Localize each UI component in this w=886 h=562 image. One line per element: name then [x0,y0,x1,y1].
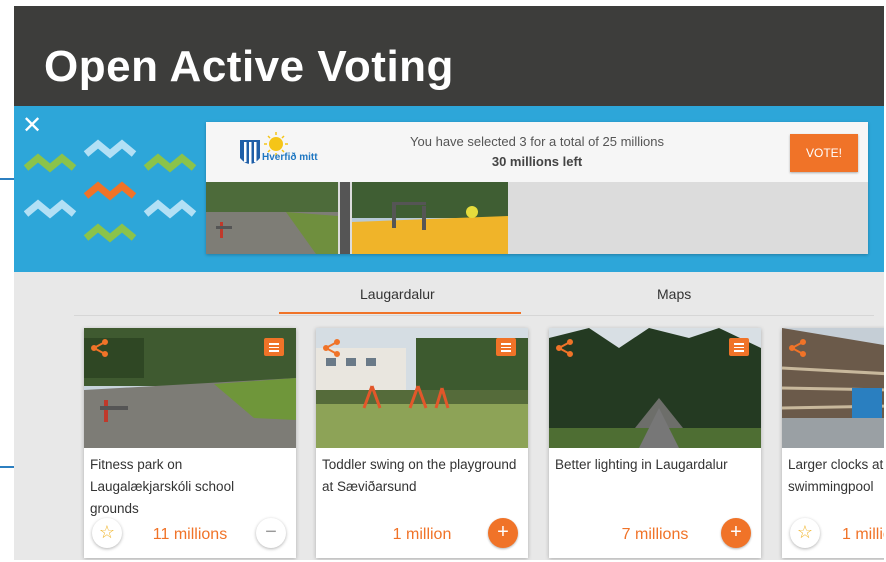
frame-edge-line [0,178,14,180]
budget-remaining: 30 millions left [491,154,583,169]
remove-project-button[interactable]: − [256,518,286,548]
menu-icon[interactable] [729,338,749,356]
share-icon[interactable] [90,338,110,358]
project-card[interactable]: Toddler swing on the playground at Sævið… [316,328,528,558]
share-icon[interactable] [322,338,342,358]
slide-title: Open Active Voting [44,42,454,91]
tab-laugardalur[interactable]: Laugardalur [360,286,435,302]
selection-header: ✕ Hverfið mitt You have selected 3 for a… [14,106,884,272]
selected-thumb-divider [340,182,350,254]
selection-summary: You have selected 3 for a total of 25 mi… [410,134,664,149]
project-cost: 1 million [842,526,884,543]
presentation-slide: Open Active Voting ✕ Hverfið mitt You ha… [14,6,884,560]
frame-edge-line [0,466,14,468]
star-icon[interactable]: ☆ [790,518,820,548]
share-icon[interactable] [788,338,808,358]
menu-icon[interactable] [264,338,284,356]
project-title: Better lighting in Laugardalur [555,457,728,472]
active-tab-indicator [279,312,521,314]
project-card[interactable]: Larger clocks at the swimmingpool ☆ 1 mi… [782,328,884,558]
project-card[interactable]: Better lighting in Laugardalur 7 million… [549,328,761,558]
selected-thumb-fitness-park[interactable] [206,182,338,254]
project-title: Fitness park on Laugalækjarskóli school … [90,457,235,516]
project-card[interactable]: Fitness park on Laugalækjarskóli school … [84,328,296,558]
selected-projects-strip [206,182,868,254]
tab-divider [74,315,874,316]
tab-bar: Laugardalur Maps [14,272,884,316]
menu-icon[interactable] [496,338,516,356]
chevron-pattern-decoration [24,139,197,243]
slide-title-bar: Open Active Voting [14,6,884,106]
project-title: Larger clocks at the swimmingpool [788,457,884,494]
selection-panel: Hverfið mitt You have selected 3 for a t… [206,122,868,254]
project-title: Toddler swing on the playground at Sævið… [322,457,517,494]
add-project-button[interactable]: + [488,518,518,548]
share-icon[interactable] [555,338,575,358]
tab-maps[interactable]: Maps [657,286,691,302]
add-project-button[interactable]: + [721,518,751,548]
vote-button[interactable]: VOTE! [790,134,858,172]
selected-thumb-swing[interactable] [352,182,508,254]
